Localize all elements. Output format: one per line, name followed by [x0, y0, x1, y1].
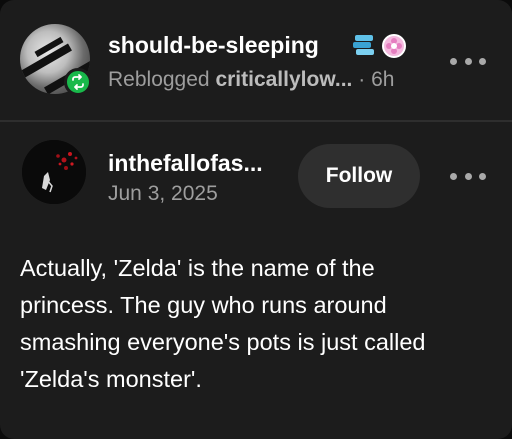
reblog-icon — [64, 68, 92, 96]
reblogged-label: Reblogged — [108, 68, 210, 91]
original-poster-username[interactable]: inthefallofas... — [108, 150, 263, 177]
more-options-icon[interactable] — [450, 51, 486, 71]
flower-badge-icon[interactable] — [382, 34, 406, 58]
post-body-line: Actually, 'Zelda' is the name of the — [20, 255, 375, 281]
separator-dot: · — [358, 68, 366, 91]
post-body: Actually, 'Zelda' is the name of the pri… — [20, 250, 500, 398]
reblogger-username[interactable]: should-be-sleeping — [108, 32, 319, 59]
original-poster-avatar[interactable] — [22, 140, 86, 204]
reblog-time: 6h — [371, 68, 395, 91]
divider — [0, 120, 512, 122]
reblog-source-link[interactable]: criticallylow... — [215, 68, 352, 91]
post-body-line: smashing everyone's pots is just called — [20, 329, 426, 355]
follow-button[interactable]: Follow — [298, 144, 420, 208]
stacked-badge-icon[interactable] — [352, 34, 376, 56]
post-body-line: 'Zelda's monster'. — [20, 366, 202, 392]
reblog-info: Reblogged criticallylow... · 6h — [108, 68, 394, 92]
reblog-header: should-be-sleeping Reblogged criticallyl… — [0, 0, 512, 120]
post-body-line: princess. The guy who runs around — [20, 292, 387, 318]
post-more-options-icon[interactable] — [450, 166, 486, 186]
post-date[interactable]: Jun 3, 2025 — [108, 182, 218, 206]
post-card: should-be-sleeping Reblogged criticallyl… — [0, 0, 512, 439]
